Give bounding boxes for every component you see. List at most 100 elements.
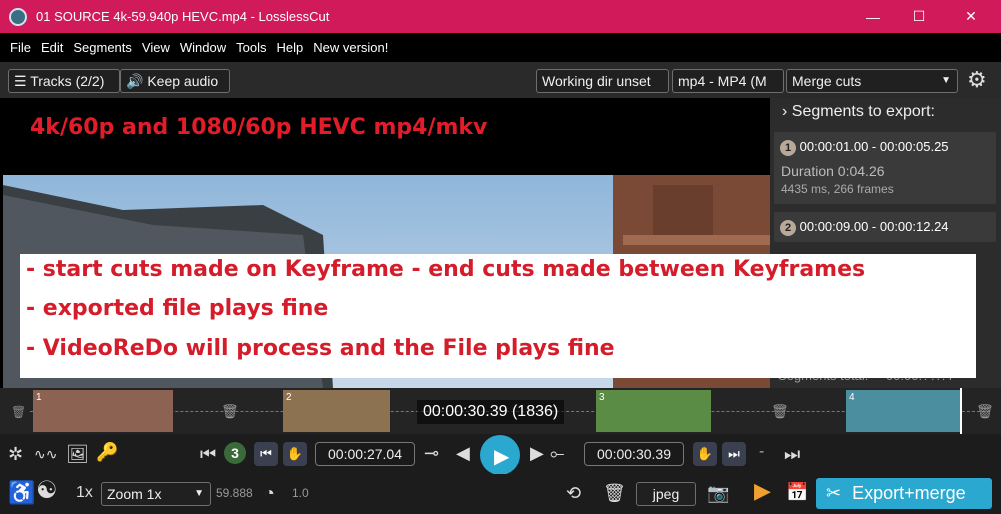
segments-header-label: Segments to export: [791,103,935,120]
menu-edit[interactable]: Edit [41,40,63,55]
trash-icon[interactable]: 🗑 [11,402,26,422]
person-icon[interactable]: ♿ [8,482,35,504]
tracks-label: Tracks (2/2) [30,73,105,89]
window-title: 01 SOURCE 4k-59.940p HEVC.mp4 - Lossless… [36,9,330,24]
annotation-line-2: - exported file plays fine [26,296,329,321]
timeline-segment-1[interactable]: 1 [33,390,173,432]
segment-duration: Duration 0:04.26 [781,163,885,179]
annotation-title: 4k/60p and 1080/60p HEVC mp4/mkv [30,115,488,140]
speedometer-icon[interactable]: ◔ [264,483,275,503]
top-toolbar: ☰ Tracks (2/2) 🔊 Keep audio Working dir … [0,62,1001,98]
maximize-button[interactable]: ☐ [896,0,942,33]
keyframe-left-icon[interactable]: ⊸ [424,443,439,463]
annotation-line-3: - VideoReDo will process and the File pl… [26,336,615,361]
app-logo-icon [9,7,27,26]
jump-segment-end-button[interactable]: ⏭ [722,442,746,466]
export-start-icon[interactable]: ▶ [754,480,771,502]
format-select[interactable]: mp4 - MP4 (M [672,69,784,93]
segment-range: 00:00:09.00 - 00:00:12.24 [799,219,949,234]
export-merge-label: Export+merge [852,483,966,503]
chevron-right-icon: › [782,103,788,120]
timeline-segment-4[interactable]: 4 [846,390,962,432]
playback-rate: 1.0 [292,486,309,500]
current-time-display: 00:00:30.39 (1836) [417,400,565,424]
play-icon: ▶ [494,446,510,468]
title-bar: 01 SOURCE 4k-59.940p HEVC.mp4 - Lossless… [0,0,1001,33]
export-merge-button[interactable]: ✂ Export+merge [816,478,992,509]
segment-number-indicator: 3 [224,442,246,464]
speed-label: 1x [76,484,93,501]
segment-item-2[interactable]: 2 00:00:09.00 - 00:00:12.24 [774,212,996,242]
zoom-label: Zoom 1x [107,486,162,502]
scissors-icon: ✂ [826,483,842,503]
segment-range: 00:00:01.00 - 00:00:05.25 [799,139,949,154]
waveform-icon[interactable]: ∿∿ [34,444,57,464]
keyframe-right-icon[interactable]: ⟜ [550,443,564,463]
cut-end-time-input[interactable]: 00:00:30.39 [584,442,684,466]
zoom-select[interactable]: Zoom 1x ▼ [101,482,211,506]
merge-mode-select[interactable]: Merge cuts ▼ [786,69,958,93]
minimize-button[interactable]: — [850,0,896,33]
playhead[interactable] [960,388,962,434]
timeline-segment-number: 3 [599,392,605,403]
tracks-button[interactable]: ☰ Tracks (2/2) [8,69,120,93]
timeline[interactable]: 🗑 1 2 3 4 🗑 🗑 🗑 00:00:30.39 (1836) [0,388,1001,434]
set-cut-end-button[interactable]: ✋ [693,442,717,466]
merge-mode-label: Merge cuts [792,73,862,89]
trash-icon[interactable]: 🗑 [771,401,789,421]
settings-gear-icon[interactable]: ⚙ [967,69,987,91]
segment-number-badge: 2 [780,220,796,236]
speaker-icon: 🔊 [126,73,144,89]
segments-header[interactable]: › Segments to export: [782,103,935,121]
menu-file[interactable]: File [10,40,31,55]
menu-tools[interactable]: Tools [236,40,266,55]
segment-details: 4435 ms, 266 frames [781,182,894,196]
working-dir-button[interactable]: Working dir unset [536,69,669,93]
settings-icon[interactable]: ✲ [8,444,23,464]
step-forward-icon[interactable]: ▶ [530,443,544,463]
timeline-segment-number: 4 [849,392,855,403]
menu-view[interactable]: View [142,40,170,55]
camera-icon[interactable]: 📷 [707,483,729,503]
fps-display: 59.888 [216,486,253,500]
menu-help[interactable]: Help [276,40,303,55]
segment-number-badge: 1 [780,140,796,156]
trash-icon[interactable]: 🗑 [976,401,994,421]
bottom-bar: ♿ ☯ 1x Zoom 1x ▼ 59.888 ◔ 1.0 ⟲ 🗑 jpeg 📷… [0,474,1001,514]
play-button[interactable]: ▶ [480,435,520,475]
rotate-icon[interactable]: ⟲ [566,483,581,503]
set-cut-start-button[interactable]: ✋ [283,442,307,466]
close-button[interactable]: ✕ [948,0,994,33]
segment-item-1[interactable]: 1 00:00:01.00 - 00:00:05.25 Duration 0:0… [774,132,996,204]
jump-start-icon[interactable]: ⏮ [200,444,216,464]
jump-segment-start-button[interactable]: ⏮ [254,442,278,466]
timeline-segment-number: 1 [36,392,42,403]
menu-segments[interactable]: Segments [73,40,132,55]
playback-controls: ✲ ∿∿ 🖼 🔑 ⏮ 3 ⏮ ✋ 00:00:27.04 ⊸ ◀ ▶ ▶ ⟜ 0… [0,434,1001,475]
image-icon[interactable]: 🖼 [66,444,89,464]
yin-yang-icon[interactable]: ☯ [36,479,58,503]
jump-end-icon[interactable]: ⏭ [784,444,800,464]
list-icon: ☰ [14,73,27,89]
dropdown-arrow-icon: ▼ [941,75,951,86]
annotation-line-1: - start cuts made on Keyframe - end cuts… [26,257,866,282]
separator-dash: - [759,443,765,460]
capture-format-select[interactable]: jpeg [636,482,696,506]
lossless-cut-window: 01 SOURCE 4k-59.940p HEVC.mp4 - Lossless… [0,0,1001,514]
key-icon[interactable]: 🔑 [96,442,118,462]
keep-audio-label: Keep audio [147,73,219,89]
dropdown-arrow-icon: ▼ [194,488,204,499]
menu-new-version[interactable]: New version! [313,40,388,55]
cut-start-time-input[interactable]: 00:00:27.04 [315,442,415,466]
menu-window[interactable]: Window [180,40,226,55]
step-back-icon[interactable]: ◀ [456,443,470,463]
calendar-icon[interactable]: 📅 [786,482,808,502]
timeline-segment-3[interactable]: 3 [596,390,711,432]
annotation-overlay: - start cuts made on Keyframe - end cuts… [20,254,976,378]
trash-icon[interactable]: 🗑 [603,483,626,503]
timeline-segment-number: 2 [286,392,292,403]
trash-icon[interactable]: 🗑 [221,401,239,421]
timeline-segment-2[interactable]: 2 [283,390,390,432]
menu-bar: File Edit Segments View Window Tools Hel… [0,33,1001,62]
keep-audio-button[interactable]: 🔊 Keep audio [120,69,230,93]
